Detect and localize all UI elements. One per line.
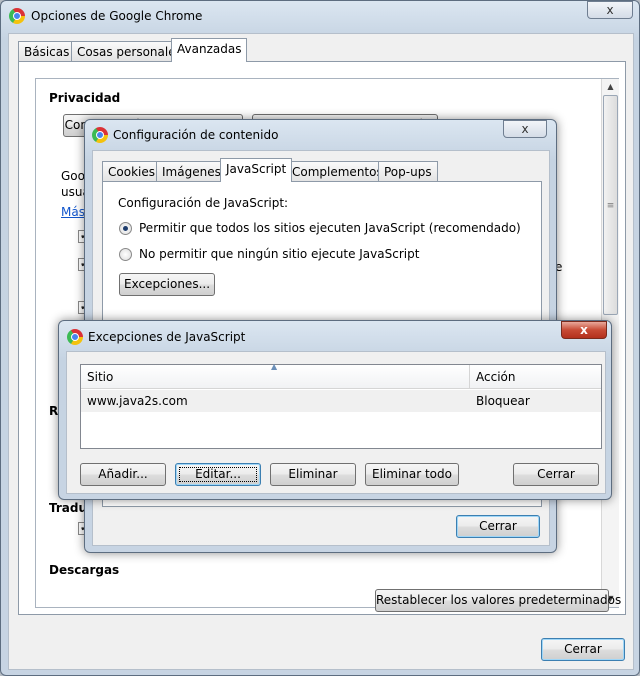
exceptions-list-header: Sitio ▲ Acción	[81, 362, 601, 389]
content-settings-close-button[interactable]: x	[503, 120, 547, 138]
allow-javascript-radio[interactable]	[119, 222, 132, 235]
exception-site-cell: www.java2s.com	[87, 394, 188, 408]
tab-basicas[interactable]: Básicas	[18, 41, 76, 62]
allow-javascript-label[interactable]: Permitir que todos los sitios ejecuten J…	[139, 221, 521, 235]
more-info-link[interactable]: Más	[61, 205, 85, 219]
chrome-icon	[9, 8, 25, 24]
exception-action-cell: Bloquear	[476, 394, 530, 408]
content-settings-title: Configuración de contenido	[113, 128, 279, 142]
exceptions-button[interactable]: Excepciones...	[119, 273, 215, 296]
deny-javascript-label[interactable]: No permitir que ningún sitio ejecute Jav…	[139, 247, 419, 261]
javascript-section-title: Configuración de JavaScript:	[118, 196, 289, 210]
main-close-button[interactable]: Cerrar	[541, 638, 625, 661]
main-window-title: Opciones de Google Chrome	[31, 9, 203, 23]
sort-arrow-icon: ▲	[271, 362, 278, 371]
tab-complementos[interactable]: Complementos	[286, 161, 389, 182]
javascript-exceptions-title: Excepciones de JavaScript	[88, 330, 246, 344]
remove-exception-button[interactable]: Eliminar	[270, 463, 356, 486]
javascript-exceptions-dialog: Excepciones de JavaScript x Sitio ▲ Acci…	[58, 320, 612, 500]
downloads-section-title: Descargas	[49, 563, 120, 577]
exceptions-list[interactable]: Sitio ▲ Acción www.java2s.com Bloquear	[80, 362, 602, 449]
tab-imagenes[interactable]: Imágenes	[156, 161, 227, 182]
scroll-up-arrow[interactable]: ▲	[602, 79, 619, 95]
remove-all-exceptions-button[interactable]: Eliminar todo	[365, 463, 459, 486]
exception-row[interactable]: www.java2s.com Bloquear	[81, 390, 601, 412]
javascript-exceptions-close-button-bottom[interactable]: Cerrar	[513, 463, 599, 486]
content-settings-close-button-bottom[interactable]: Cerrar	[456, 515, 540, 538]
javascript-exceptions-close-button[interactable]: x	[561, 321, 607, 339]
tab-avanzadas[interactable]: Avanzadas	[171, 38, 248, 62]
restore-defaults-button[interactable]: Restablecer los valores predeterminados	[375, 589, 621, 612]
tab-popups[interactable]: Pop-ups	[378, 161, 438, 182]
chrome-icon	[92, 127, 108, 143]
privacy-section-title: Privacidad	[49, 91, 121, 105]
add-exception-button[interactable]: Añadir...	[80, 463, 166, 486]
javascript-exceptions-client: Sitio ▲ Acción www.java2s.com Bloquear A…	[66, 351, 606, 494]
edit-exception-button[interactable]: Editar...	[175, 463, 261, 486]
tab-javascript[interactable]: JavaScript	[220, 158, 293, 182]
translate-section-title: Tradu	[49, 501, 88, 515]
deny-javascript-radio[interactable]	[119, 248, 132, 261]
chrome-icon	[67, 329, 83, 345]
tab-cookies[interactable]: Cookies	[102, 161, 161, 182]
column-header-action[interactable]: Acción	[470, 365, 601, 389]
scroll-thumb[interactable]: ≡	[603, 95, 618, 315]
main-window-close-button[interactable]: x	[587, 1, 633, 19]
